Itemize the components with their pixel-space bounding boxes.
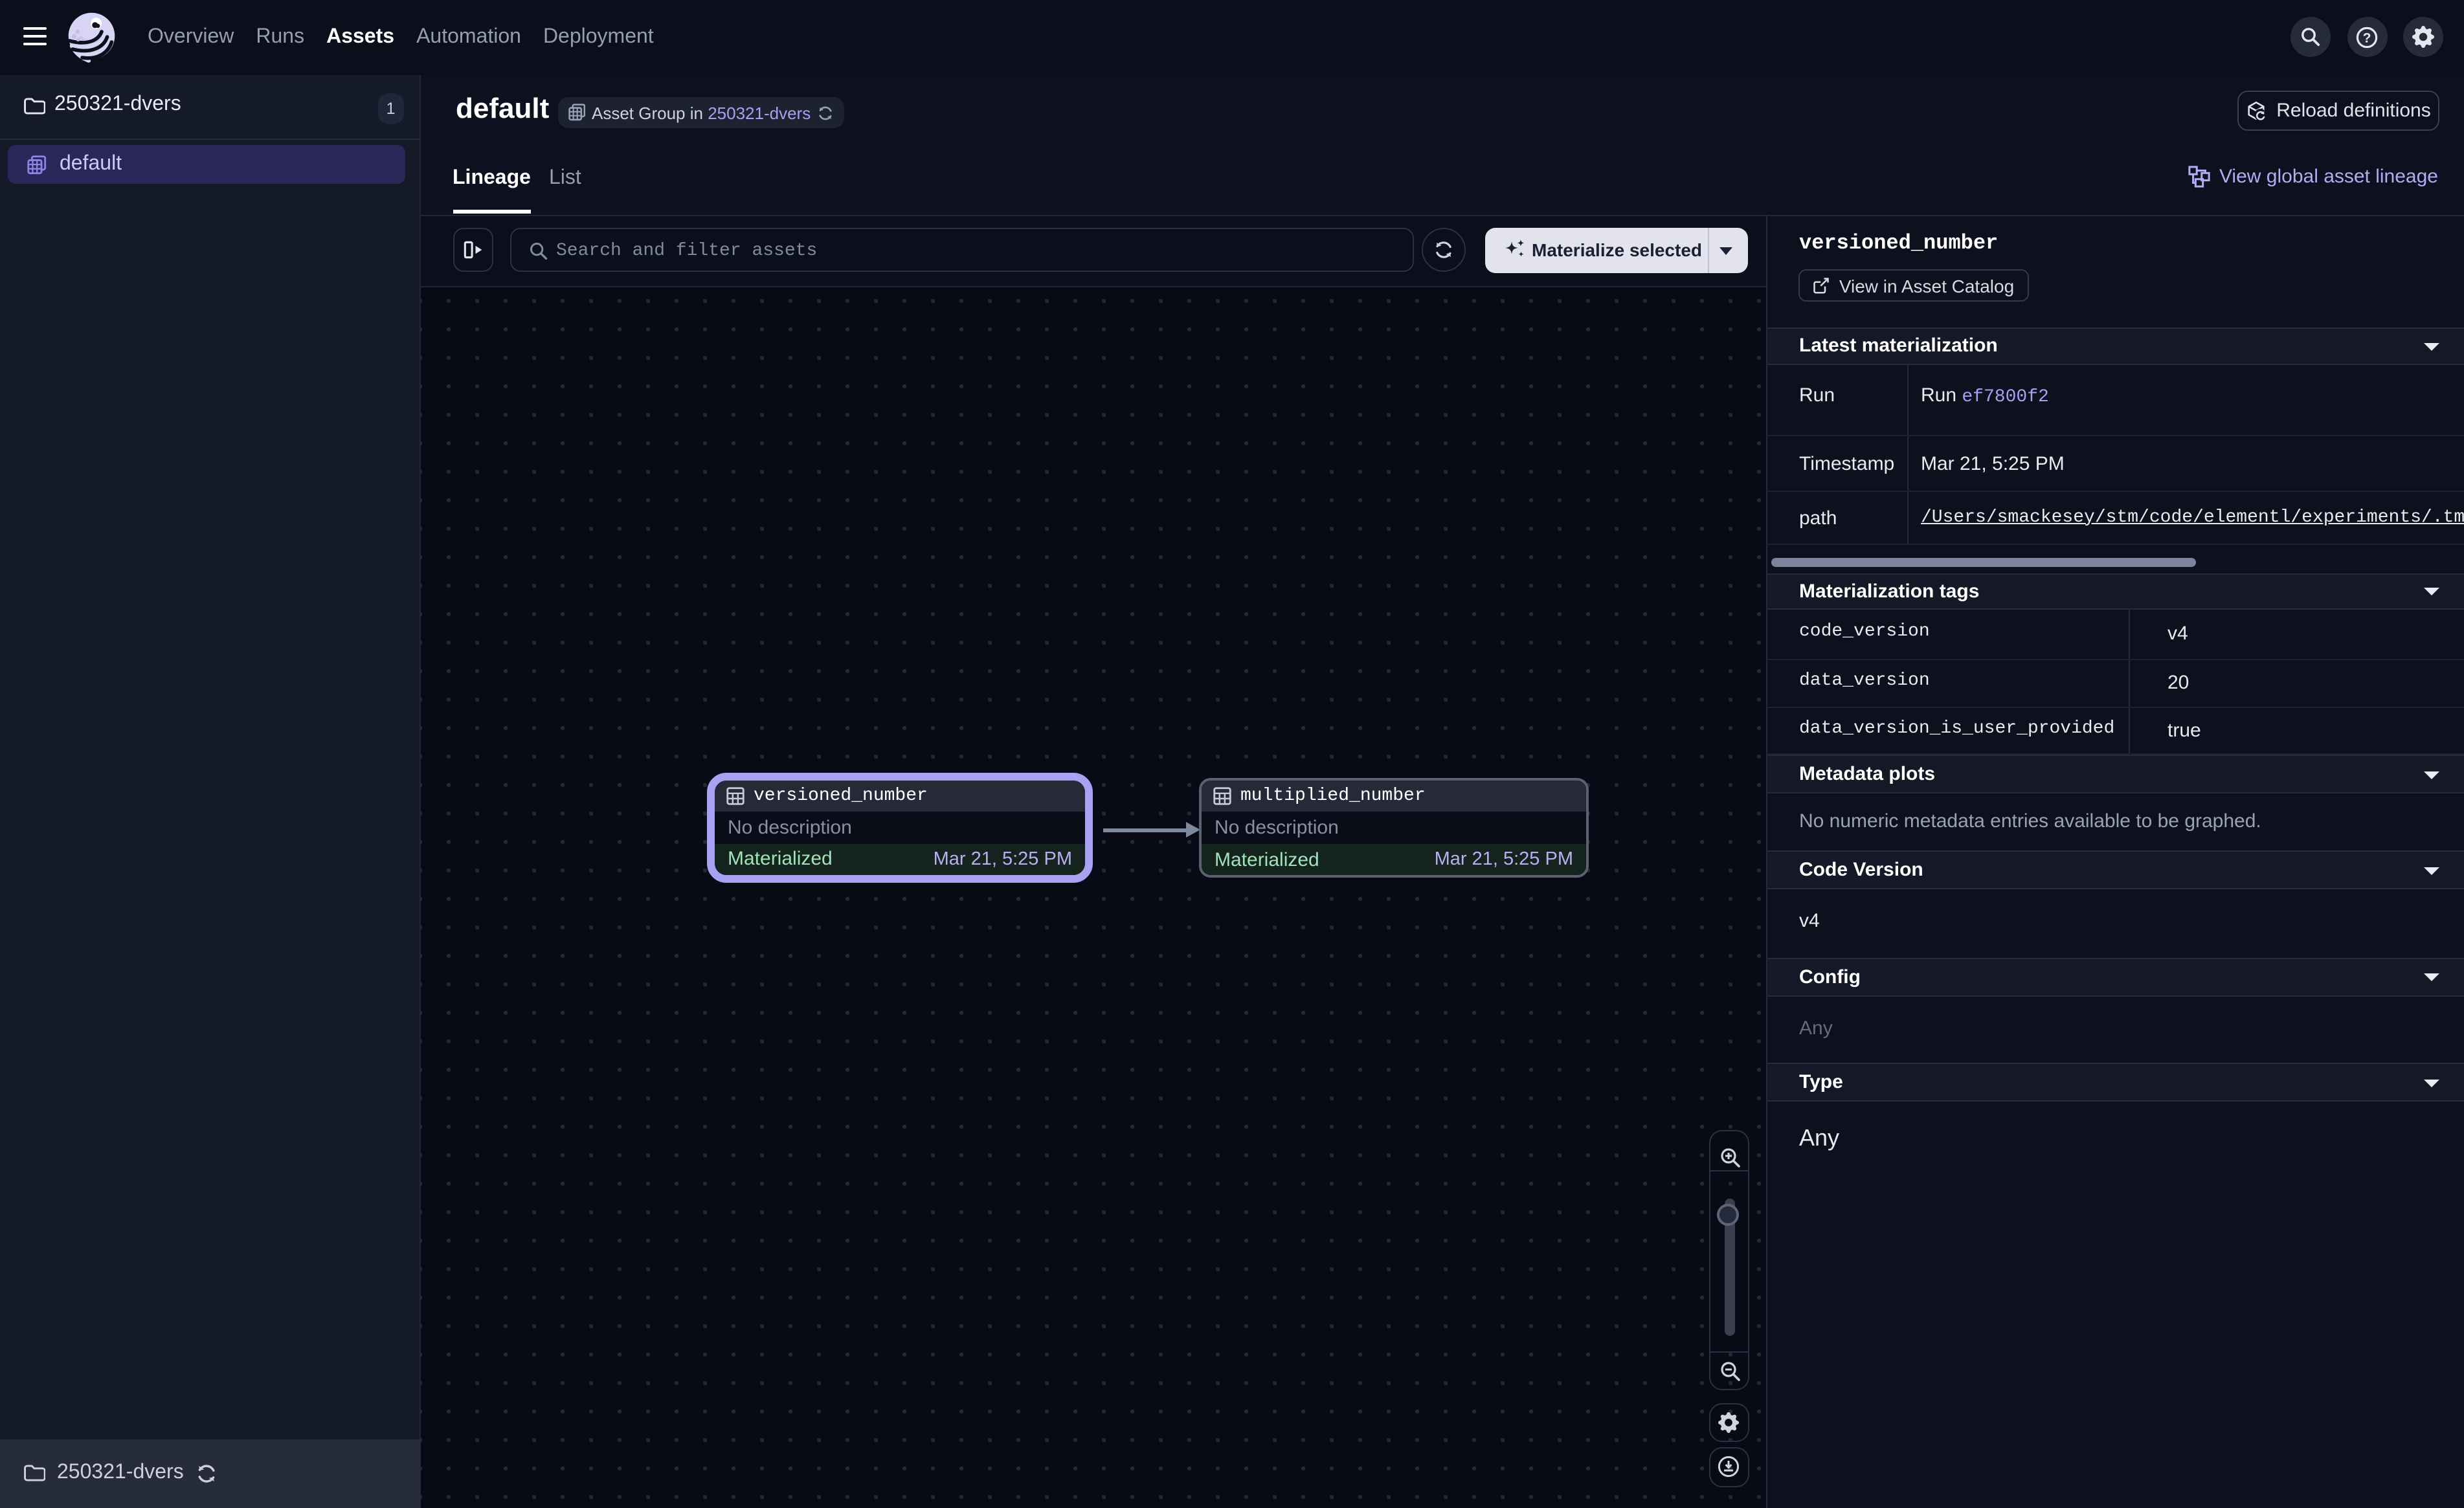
svg-text:?: ?	[2363, 30, 2371, 45]
